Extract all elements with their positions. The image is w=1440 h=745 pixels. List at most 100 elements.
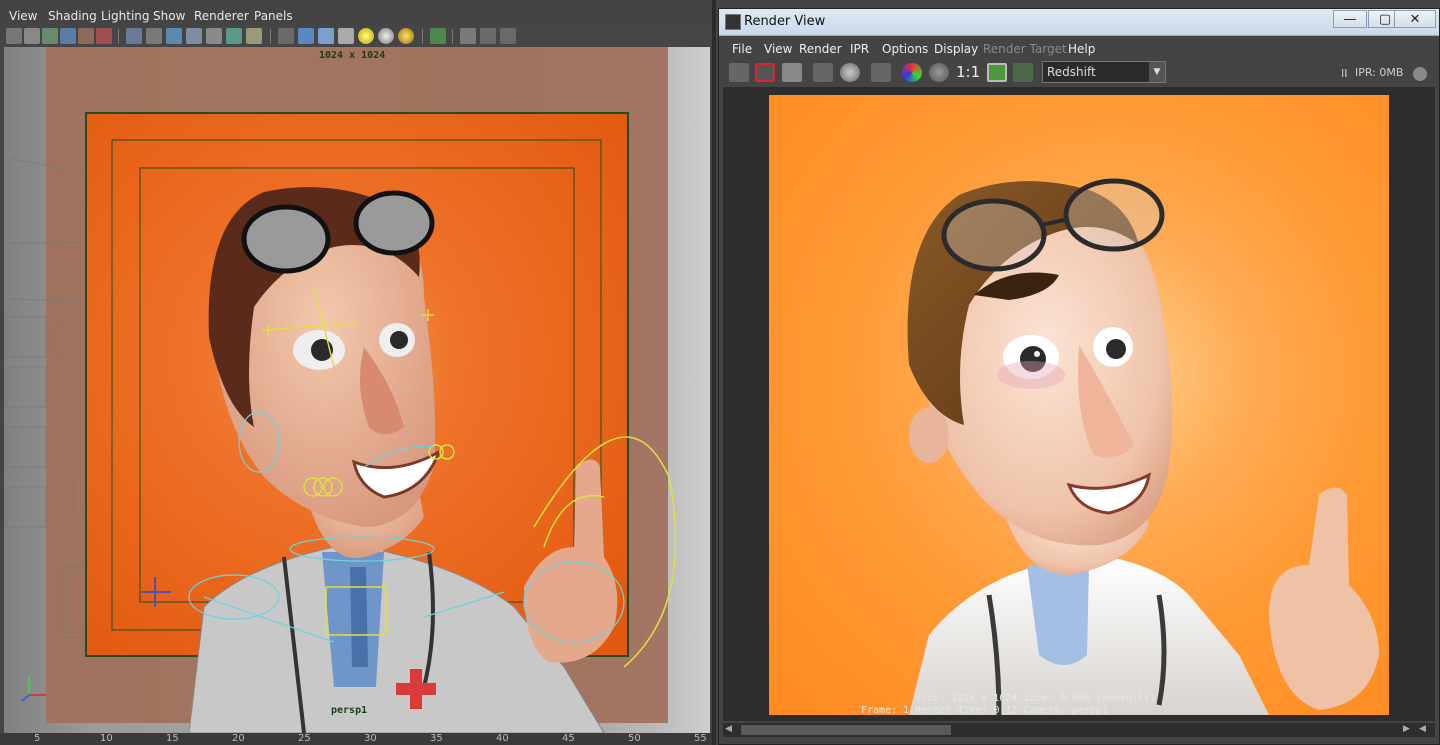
- menu-show[interactable]: Show: [153, 6, 185, 26]
- resolution-gate-icon[interactable]: [166, 28, 182, 44]
- renderer-value: Redshift: [1047, 65, 1096, 79]
- render-region-icon[interactable]: [755, 63, 775, 82]
- rendered-character: [907, 178, 1379, 715]
- film-gate-icon[interactable]: [146, 28, 162, 44]
- render-view-menubar: File View Render IPR Options Display Ren…: [719, 39, 1439, 59]
- horizontal-scrollbar[interactable]: ◀ ▶ ◀: [723, 723, 1435, 737]
- redo-render-icon[interactable]: [729, 63, 749, 82]
- rgb-channels-icon[interactable]: [902, 63, 922, 82]
- xray-icon[interactable]: [460, 28, 476, 44]
- scrollbar-thumb[interactable]: [741, 725, 951, 735]
- ipr-render-icon[interactable]: [813, 63, 833, 82]
- menu-options[interactable]: Options: [882, 39, 928, 59]
- image-plane-icon[interactable]: [60, 28, 76, 44]
- ruler-tick: 50: [628, 733, 641, 744]
- bookmark-icon[interactable]: [42, 28, 58, 44]
- viewport-toolbar: [0, 26, 716, 47]
- zoom-ratio-button[interactable]: 1:1: [956, 63, 980, 82]
- ruler-tick: 30: [364, 733, 377, 744]
- ruler-tick: 35: [430, 733, 443, 744]
- render-info-line2: Frame: 1 Render Time: 0:12 Camera: persp…: [861, 705, 1108, 715]
- ruler-tick: 5: [34, 733, 41, 744]
- raised-hand: [1269, 487, 1379, 710]
- xray-joints-icon[interactable]: [480, 28, 496, 44]
- camera-label: persp1: [331, 705, 368, 716]
- panel-splitter[interactable]: [712, 0, 716, 745]
- menu-panels[interactable]: Panels: [254, 6, 293, 26]
- camera-attributes-icon[interactable]: [24, 28, 40, 44]
- renderer-dropdown[interactable]: Redshift ▼: [1042, 61, 1166, 83]
- wireframe-icon[interactable]: [278, 28, 294, 44]
- ruler-tick: 15: [166, 733, 179, 744]
- menu-render[interactable]: Render: [799, 39, 842, 59]
- render-view-window[interactable]: Render View — ▢ ✕ File View Render IPR O…: [718, 8, 1440, 745]
- scroll-right-icon[interactable]: ▶: [1403, 724, 1410, 734]
- ruler-tick: 40: [496, 733, 509, 744]
- rendered-image: size: 1024 x 1024 zoom: 0.606 (Redshift)…: [769, 95, 1389, 715]
- menu-display[interactable]: Display: [934, 39, 978, 59]
- lab-coat: [909, 555, 1269, 715]
- isolate-select-icon[interactable]: [430, 28, 446, 44]
- scroll-left-icon[interactable]: ◀: [725, 724, 732, 734]
- 2d-pan-zoom-icon[interactable]: [78, 28, 94, 44]
- menu-render-target[interactable]: Render Target: [983, 39, 1067, 59]
- axis-gizmo-icon: [21, 677, 46, 702]
- ipr-memory-readout: IPR: 0MB: [1355, 66, 1404, 79]
- ipr-pause-button[interactable]: II: [1341, 67, 1348, 80]
- ruler-tick: 45: [562, 733, 575, 744]
- menu-view[interactable]: View: [764, 39, 792, 59]
- render-info-line1: size: 1024 x 1024 zoom: 0.606 (Redshift): [915, 693, 1156, 704]
- menu-file[interactable]: File: [732, 39, 752, 59]
- grid-icon[interactable]: [126, 28, 142, 44]
- wireframe-on-shaded-icon[interactable]: [318, 28, 334, 44]
- viewport-scene: [4, 112, 677, 733]
- minimize-button[interactable]: —: [1333, 10, 1367, 28]
- shadows-icon[interactable]: [378, 28, 394, 44]
- ipr-status-indicator: [1413, 67, 1427, 81]
- render-image-area[interactable]: size: 1024 x 1024 zoom: 0.606 (Redshift)…: [723, 87, 1435, 721]
- menu-ipr[interactable]: IPR: [850, 39, 869, 59]
- menu-shading[interactable]: Shading: [48, 6, 97, 26]
- render-view-app-icon: [725, 14, 741, 30]
- xray-components-icon[interactable]: [500, 28, 516, 44]
- viewport-panel[interactable]: View Shading Lighting Show Renderer Pane…: [0, 0, 716, 745]
- viewport-canvas[interactable]: 1024 x 1024 persp1: [4, 47, 710, 733]
- safe-title-icon[interactable]: [246, 28, 262, 44]
- select-camera-icon[interactable]: [6, 28, 22, 44]
- menu-view[interactable]: View: [9, 6, 37, 26]
- remove-image-icon[interactable]: [1013, 63, 1033, 82]
- close-button[interactable]: ✕: [1394, 10, 1436, 28]
- ambient-occlusion-icon[interactable]: [398, 28, 414, 44]
- ruler-tick: 10: [100, 733, 113, 744]
- render-settings-icon[interactable]: [871, 63, 891, 82]
- resolution-label: 1024 x 1024: [319, 50, 386, 61]
- tie: [350, 567, 368, 667]
- refresh-ipr-icon[interactable]: [840, 63, 860, 82]
- gate-mask-icon[interactable]: [186, 28, 202, 44]
- menu-lighting[interactable]: Lighting: [101, 6, 150, 26]
- ruler-tick: 20: [232, 733, 245, 744]
- glasses-right: [1063, 178, 1165, 252]
- ruler-tick: 55: [694, 733, 707, 744]
- render-view-titlebar[interactable]: Render View — ▢ ✕: [719, 9, 1439, 36]
- scroll-end-icon[interactable]: ◀: [1419, 724, 1426, 734]
- grease-pencil-icon[interactable]: [96, 28, 112, 44]
- smooth-shade-icon[interactable]: [298, 28, 314, 44]
- snapshot-camera-icon[interactable]: [782, 63, 802, 82]
- textured-icon[interactable]: [338, 28, 354, 44]
- safe-action-icon[interactable]: [226, 28, 242, 44]
- window-title: Render View: [744, 14, 826, 29]
- keep-image-icon[interactable]: [987, 63, 1007, 82]
- goggles-left: [241, 204, 331, 274]
- field-chart-icon[interactable]: [206, 28, 222, 44]
- ruler-tick: 25: [298, 733, 311, 744]
- menu-help[interactable]: Help: [1068, 39, 1095, 59]
- goggles-right: [353, 190, 435, 256]
- ear: [909, 407, 949, 463]
- glasses-left: [941, 198, 1047, 272]
- menu-renderer[interactable]: Renderer: [194, 6, 249, 26]
- alpha-channel-icon[interactable]: [929, 63, 949, 82]
- time-ruler[interactable]: 5 10 15 20 25 30 35 40 45 50 55: [0, 733, 716, 745]
- chevron-down-icon: ▼: [1149, 62, 1165, 82]
- use-all-lights-icon[interactable]: [358, 28, 374, 44]
